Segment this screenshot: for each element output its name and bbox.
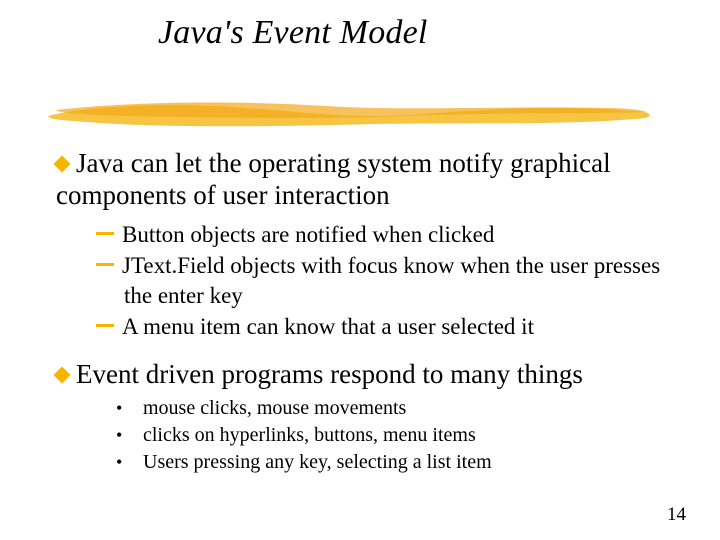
bullet-main-2: Event driven programs respond to many th…	[56, 359, 666, 391]
sub-bullet-1b-text: JText.Field objects with focus know when…	[122, 253, 660, 307]
slide-title: Java's Event Model	[158, 14, 428, 51]
diamond-bullet-icon	[54, 156, 71, 173]
sub-bullet-1a: Button objects are notified when clicked	[96, 220, 666, 249]
sub-bullet-1c: A menu item can know that a user selecte…	[96, 312, 666, 341]
sub-bullet-1c-text: A menu item can know that a user selecte…	[122, 314, 534, 339]
bullet-main-2-text: Event driven programs respond to many th…	[76, 359, 583, 389]
sub-bullet-2a-text: mouse clicks, mouse movements	[143, 397, 406, 419]
page-number: 14	[667, 504, 686, 526]
sub-bullet-1b: JText.Field objects with focus know when…	[96, 251, 666, 310]
bullet-main-1: Java can let the operating system notify…	[56, 148, 666, 212]
dash-bullet-icon	[96, 232, 114, 235]
title-underline-brush	[46, 96, 654, 130]
slide-body: Java can let the operating system notify…	[56, 148, 666, 476]
bullet-main-1-text: Java can let the operating system notify…	[56, 148, 611, 210]
dash-bullet-icon	[96, 324, 114, 327]
sub-bullet-group-2: •mouse clicks, mouse movements •clicks o…	[134, 395, 666, 476]
slide: Java's Event Model Java can let the oper…	[0, 0, 720, 540]
diamond-bullet-icon	[54, 367, 71, 384]
sub-bullet-2c-text: Users pressing any key, selecting a list…	[143, 451, 492, 473]
sub-bullet-1a-text: Button objects are notified when clicked	[122, 222, 494, 247]
sub-bullet-group-1: Button objects are notified when clicked…	[96, 220, 666, 342]
sub-bullet-2b-text: clicks on hyperlinks, buttons, menu item…	[143, 424, 476, 446]
sub-bullet-2c: •Users pressing any key, selecting a lis…	[134, 449, 666, 476]
dash-bullet-icon	[96, 263, 114, 266]
sub-bullet-2a: •mouse clicks, mouse movements	[134, 395, 666, 422]
sub-bullet-2b: •clicks on hyperlinks, buttons, menu ite…	[134, 422, 666, 449]
